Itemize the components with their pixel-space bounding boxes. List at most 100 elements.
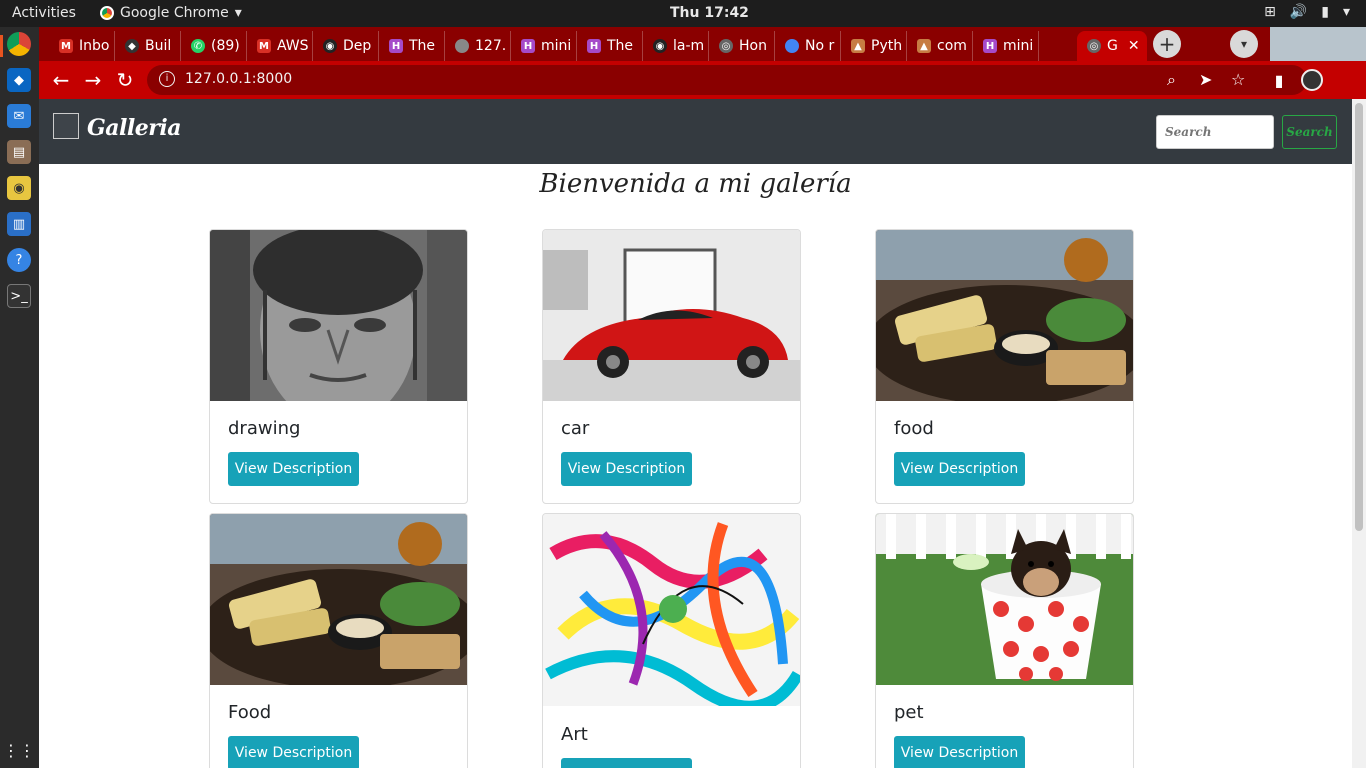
food-plate-photo [876, 230, 1133, 401]
browser-tab[interactable]: ◉ Dep [313, 31, 379, 61]
new-tab-button[interactable]: + [1153, 30, 1181, 58]
card-title: food [894, 418, 934, 439]
reload-button[interactable]: ↻ [113, 68, 137, 92]
gallery-card: pet View Description [875, 513, 1134, 768]
terminal-icon[interactable]: >_ [7, 284, 31, 308]
volume-icon: 🔊 [1289, 4, 1308, 20]
whatsapp-icon: ✆ [191, 39, 205, 53]
red-car-photo [543, 230, 800, 401]
globe-icon: ◎ [1087, 39, 1101, 53]
view-description-button[interactable]: View Description [561, 758, 692, 768]
broken-image-icon [53, 113, 79, 139]
abstract-paint-photo [543, 514, 800, 706]
hashnode-icon: H [521, 39, 535, 53]
browser-tab[interactable]: ▲ com [907, 31, 973, 61]
send-icon[interactable]: ➤ [1199, 70, 1212, 89]
tab-search-button[interactable]: ▾ [1230, 30, 1258, 58]
page-title: Bienvenida a mi galería [539, 169, 852, 199]
loading-icon [455, 39, 469, 53]
browser-tab[interactable]: M AWS [247, 31, 313, 61]
globe-icon: ◎ [719, 39, 733, 53]
gallery-card: food View Description [875, 229, 1134, 504]
clock[interactable]: Thu 17:42 [670, 5, 749, 21]
window-controls [1270, 27, 1366, 61]
build-icon: ◆ [125, 39, 139, 53]
browser-tab[interactable]: H The [577, 31, 643, 61]
system-top-bar: Activities Google Chrome ▾ Thu 17:42 ⊞ 🔊… [0, 0, 1366, 27]
chevron-down-icon: ▾ [1342, 4, 1350, 20]
help-icon[interactable]: ? [7, 248, 31, 272]
vscode-icon[interactable]: ◆ [7, 68, 31, 92]
zoom-icon[interactable]: ⌕ [1167, 70, 1176, 90]
browser-tab[interactable]: No r [775, 31, 841, 61]
hashnode-icon: H [983, 39, 997, 53]
address-bar[interactable]: i 127.0.0.1:8000 ⌕ ➤ ☆ [147, 65, 1307, 95]
side-panel-icon[interactable]: ▮ [1267, 68, 1291, 92]
gmail-icon: M [59, 39, 73, 53]
browser-tab[interactable]: 127. [445, 31, 511, 61]
chevron-down-icon: ▾ [234, 5, 242, 21]
site-brand[interactable]: Galleria [87, 115, 181, 141]
github-icon: ◉ [653, 39, 667, 53]
circle-icon [785, 39, 799, 53]
browser-tab[interactable]: ◆ Buil [115, 31, 181, 61]
card-title: pet [894, 702, 924, 723]
hashnode-icon: H [587, 39, 601, 53]
show-apps-icon[interactable]: ⋮⋮ [3, 738, 35, 762]
browser-tab[interactable]: ✆ (89) [181, 31, 247, 61]
browser-tab[interactable]: M Inbo [49, 31, 115, 61]
search-input[interactable] [1156, 115, 1274, 149]
files-icon[interactable]: ▤ [7, 140, 31, 164]
bookmark-star-icon[interactable]: ☆ [1231, 70, 1245, 89]
view-description-button[interactable]: View Description [228, 736, 359, 768]
gallery-card: Art View Description [542, 513, 801, 768]
hashnode-icon: H [389, 39, 403, 53]
app-name: Google Chrome [120, 5, 229, 21]
chrome-icon[interactable] [7, 32, 31, 56]
system-tray[interactable]: ⊞ 🔊 ▮ ▾ [1264, 4, 1350, 20]
view-description-button[interactable]: View Description [894, 452, 1025, 486]
browser-tab[interactable]: H The [379, 31, 445, 61]
site-navbar: Galleria Search [39, 99, 1352, 164]
browser-tab[interactable]: ◉ la-m [643, 31, 709, 61]
forward-button[interactable]: → [81, 68, 105, 92]
browser-tab[interactable]: Hmini [511, 31, 577, 61]
gmail-icon: M [257, 39, 271, 53]
gallery-card: drawing View Description [209, 229, 468, 504]
puppy-in-cup-photo [876, 514, 1133, 685]
chrome-icon [100, 6, 114, 20]
view-description-button[interactable]: View Description [894, 736, 1025, 768]
card-title: Art [561, 724, 588, 745]
writer-icon[interactable]: ▥ [7, 212, 31, 236]
browser-tab-active[interactable]: ◎ G ✕ [1077, 31, 1147, 61]
app-menu[interactable]: Google Chrome ▾ [100, 5, 242, 21]
web-page: Galleria Search Bienvenida a mi galería … [39, 99, 1352, 768]
browser-tab[interactable]: ◎ Hon [709, 31, 775, 61]
dock: ◆ ✉ ▤ ◉ ▥ ? >_ ⋮⋮ [0, 27, 39, 768]
activities-button[interactable]: Activities [12, 5, 76, 21]
profile-avatar[interactable] [1301, 69, 1323, 91]
card-title: drawing [228, 418, 301, 439]
gallery-card: car View Description [542, 229, 801, 504]
battery-icon: ▮ [1321, 4, 1329, 20]
python-icon: ▲ [917, 39, 931, 53]
view-description-button[interactable]: View Description [228, 452, 359, 486]
search-button[interactable]: Search [1282, 115, 1337, 149]
food-plate-photo [210, 514, 467, 685]
active-indicator [0, 35, 3, 57]
browser-tab[interactable]: ▲ Pyth [841, 31, 907, 61]
portrait-photo [210, 230, 467, 401]
browser-tab[interactable]: Hmini [973, 31, 1039, 61]
thunderbird-icon[interactable]: ✉ [7, 104, 31, 128]
network-icon: ⊞ [1264, 4, 1276, 20]
gallery-card: Food View Description [209, 513, 468, 768]
back-button[interactable]: ← [49, 68, 73, 92]
view-description-button[interactable]: View Description [561, 452, 692, 486]
page-scrollbar[interactable] [1352, 99, 1366, 768]
rhythmbox-icon[interactable]: ◉ [7, 176, 31, 200]
python-icon: ▲ [851, 39, 865, 53]
scrollbar-thumb[interactable] [1355, 103, 1363, 531]
browser-toolbar: ← → ↻ i 127.0.0.1:8000 ⌕ ➤ ☆ ▮ [39, 61, 1366, 99]
info-icon[interactable]: i [159, 71, 175, 87]
close-icon[interactable]: ✕ [1128, 38, 1140, 54]
